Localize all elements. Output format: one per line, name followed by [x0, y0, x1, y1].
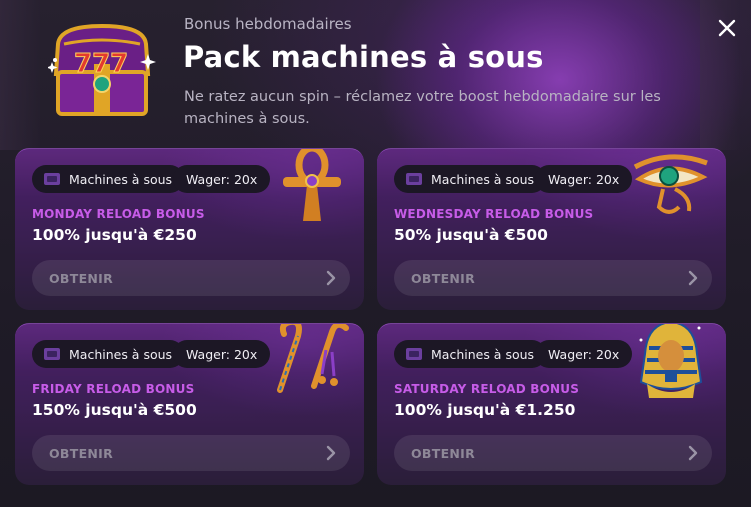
bonus-card-wednesday: Machines à sous Wager: 20x WEDNESDAY REL…	[377, 148, 726, 310]
claim-button[interactable]: OBTENIR	[394, 435, 712, 471]
modal-subtitle: Bonus hebdomadaires	[184, 15, 352, 33]
claim-button-label: OBTENIR	[411, 445, 476, 461]
wager-tag: Wager: 20x	[535, 340, 633, 368]
bonus-value: 100% jusqu'à €250	[32, 226, 197, 244]
crook-and-flail-icon	[277, 324, 349, 393]
bonus-value: 100% jusqu'à €1.250	[394, 401, 576, 419]
category-label: Machines à sous	[431, 346, 535, 362]
wager-tag: Wager: 20x	[173, 340, 271, 368]
category-tag: Machines à sous	[394, 340, 547, 368]
wager-tag: Wager: 20x	[535, 165, 633, 193]
bonus-value: 50% jusqu'à €500	[394, 226, 548, 244]
svg-text:777: 777	[74, 49, 128, 79]
claim-button-label: OBTENIR	[49, 445, 114, 461]
claim-button-label: OBTENIR	[411, 270, 476, 286]
close-icon[interactable]	[715, 16, 739, 40]
claim-button-label: OBTENIR	[49, 270, 114, 286]
wager-tag: Wager: 20x	[173, 165, 271, 193]
chevron-right-icon	[326, 445, 336, 461]
claim-button[interactable]: OBTENIR	[32, 435, 350, 471]
category-label: Machines à sous	[431, 171, 535, 187]
bonus-name: FRIDAY RELOAD BONUS	[32, 382, 195, 396]
modal-title: Pack machines à sous	[183, 40, 544, 74]
slot-machine-icon	[406, 348, 422, 360]
bonus-name: WEDNESDAY RELOAD BONUS	[394, 207, 594, 221]
ankh-icon	[283, 149, 341, 221]
modal-description: Ne ratez aucun spin – réclamez votre boo…	[184, 89, 661, 127]
chevron-right-icon	[688, 270, 698, 286]
category-label: Machines à sous	[69, 171, 173, 187]
bonus-card-saturday: Machines à sous Wager: 20x SATURDAY RELO…	[377, 323, 726, 485]
claim-button[interactable]: OBTENIR	[394, 260, 712, 296]
category-tag: Machines à sous	[32, 165, 185, 193]
bonus-name: MONDAY RELOAD BONUS	[32, 207, 205, 221]
category-tag: Machines à sous	[32, 340, 185, 368]
chevron-right-icon	[688, 445, 698, 461]
treasure-chest-icon: 777	[48, 23, 156, 116]
slot-machine-icon	[44, 348, 60, 360]
bonus-name: SATURDAY RELOAD BONUS	[394, 382, 580, 396]
claim-button[interactable]: OBTENIR	[32, 260, 350, 296]
slot-machine-icon	[406, 173, 422, 185]
eye-of-horus-icon	[633, 154, 708, 214]
bonus-value: 150% jusqu'à €500	[32, 401, 197, 419]
category-label: Machines à sous	[69, 346, 173, 362]
chevron-right-icon	[326, 270, 336, 286]
bonus-card-friday: Machines à sous Wager: 20x FRIDAY RELOAD…	[15, 323, 364, 485]
slot-machine-icon	[44, 173, 60, 185]
bonus-card-monday: Machines à sous Wager: 20x MONDAY RELOAD…	[15, 148, 364, 310]
category-tag: Machines à sous	[394, 165, 547, 193]
modal-header: 777 Bonus hebdomadaires Pack machines à …	[0, 0, 751, 140]
pharaoh-bust-icon	[639, 324, 703, 398]
